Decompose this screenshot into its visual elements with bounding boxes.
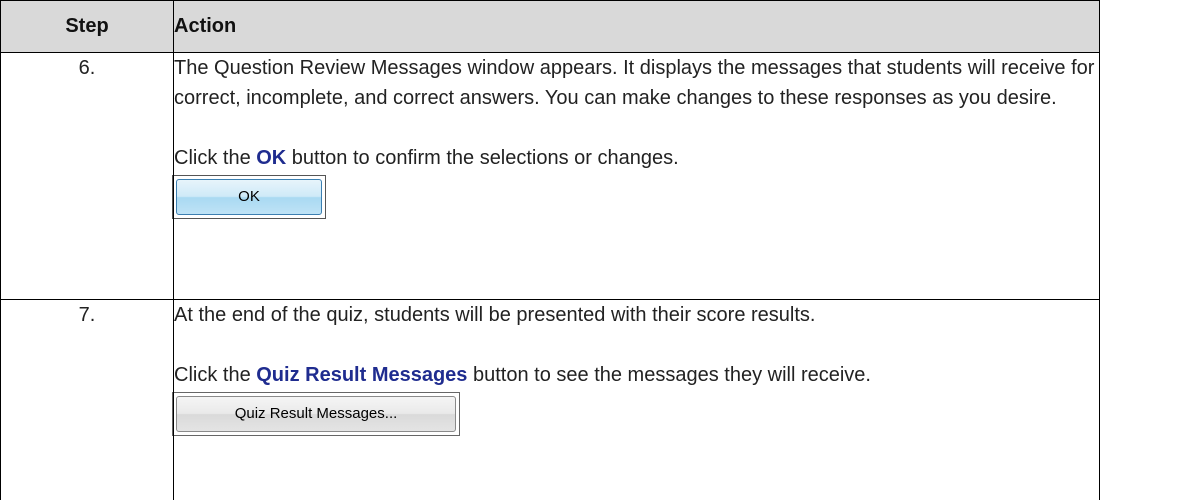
- instruction-highlight: Quiz Result Messages: [256, 364, 467, 386]
- instruction-prefix: Click the: [174, 364, 256, 386]
- action-cell: The Question Review Messages window appe…: [174, 53, 1100, 300]
- ok-button-screenshot[interactable]: OK: [172, 175, 326, 219]
- table-header-row: Step Action: [1, 1, 1100, 53]
- table-row: 6. The Question Review Messages window a…: [1, 53, 1100, 300]
- action-description: The Question Review Messages window appe…: [174, 53, 1099, 113]
- paragraph-gap: [174, 113, 1099, 143]
- instruction-suffix: button to confirm the selections or chan…: [286, 147, 678, 169]
- step-number: 7.: [1, 300, 174, 500]
- header-action: Action: [174, 1, 1100, 53]
- action-description: At the end of the quiz, students will be…: [174, 300, 1099, 330]
- table-row: 7. At the end of the quiz, students will…: [1, 300, 1100, 500]
- instruction-highlight: OK: [256, 147, 286, 169]
- quiz-result-messages-button-label[interactable]: Quiz Result Messages...: [176, 396, 456, 432]
- action-instruction: Click the Quiz Result Messages button to…: [174, 360, 1099, 390]
- instruction-suffix: button to see the messages they will rec…: [467, 364, 871, 386]
- quiz-result-messages-button-screenshot[interactable]: Quiz Result Messages...: [172, 392, 460, 436]
- action-instruction: Click the OK button to confirm the selec…: [174, 143, 1099, 173]
- ok-button-label[interactable]: OK: [176, 179, 322, 215]
- header-step: Step: [1, 1, 174, 53]
- step-number: 6.: [1, 53, 174, 300]
- steps-table: Step Action 6. The Question Review Messa…: [0, 0, 1100, 500]
- paragraph-gap: [174, 330, 1099, 360]
- instruction-prefix: Click the: [174, 147, 256, 169]
- action-cell: At the end of the quiz, students will be…: [174, 300, 1100, 500]
